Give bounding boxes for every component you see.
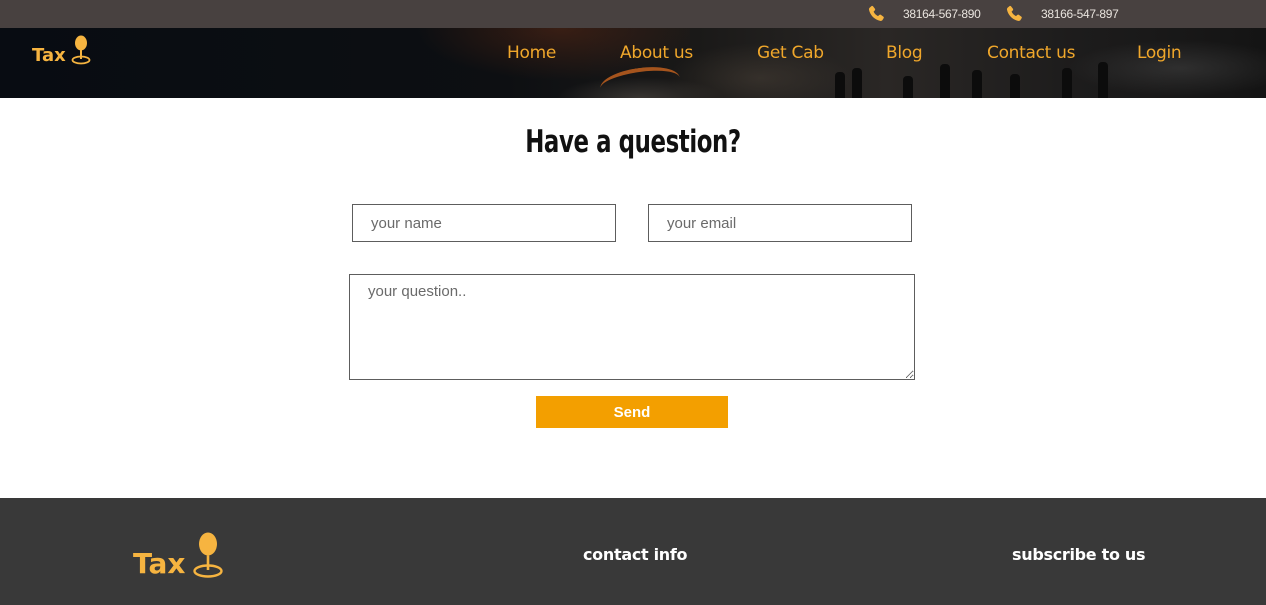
main-nav: Home About us Get Cab Blog Contact us Lo…	[0, 43, 1266, 63]
email-input[interactable]	[648, 204, 912, 242]
nav-get-cab[interactable]: Get Cab	[757, 43, 824, 63]
top-contact-bar: 38164-567-890 38166-547-897	[0, 0, 1266, 28]
phone-contact-1[interactable]: 38164-567-890	[866, 4, 981, 24]
map-pin-icon	[193, 532, 224, 578]
nav-about-us[interactable]: About us	[620, 43, 693, 63]
phone-icon	[868, 5, 884, 21]
nav-home[interactable]: Home	[507, 43, 556, 63]
nav-login[interactable]: Login	[1137, 43, 1182, 63]
phone-contact-2[interactable]: 38166-547-897	[1004, 4, 1119, 24]
form-title: Have a question?	[525, 124, 741, 160]
footer-brand-logo[interactable]: Tax	[133, 530, 225, 580]
phone-number: 38164-567-890	[903, 7, 981, 21]
phone-number: 38166-547-897	[1041, 7, 1119, 21]
send-button[interactable]: Send	[536, 396, 728, 428]
question-textarea[interactable]	[349, 274, 915, 380]
footer-brand-name: Tax	[133, 547, 186, 580]
name-input[interactable]	[352, 204, 616, 242]
subscribe-heading: subscribe to us	[1012, 545, 1146, 564]
nav-blog[interactable]: Blog	[886, 43, 923, 63]
nav-contact-us[interactable]: Contact us	[987, 43, 1075, 63]
navbar-background	[0, 28, 1266, 98]
phone-icon	[1006, 5, 1022, 21]
contact-info-heading: contact info	[583, 545, 688, 564]
